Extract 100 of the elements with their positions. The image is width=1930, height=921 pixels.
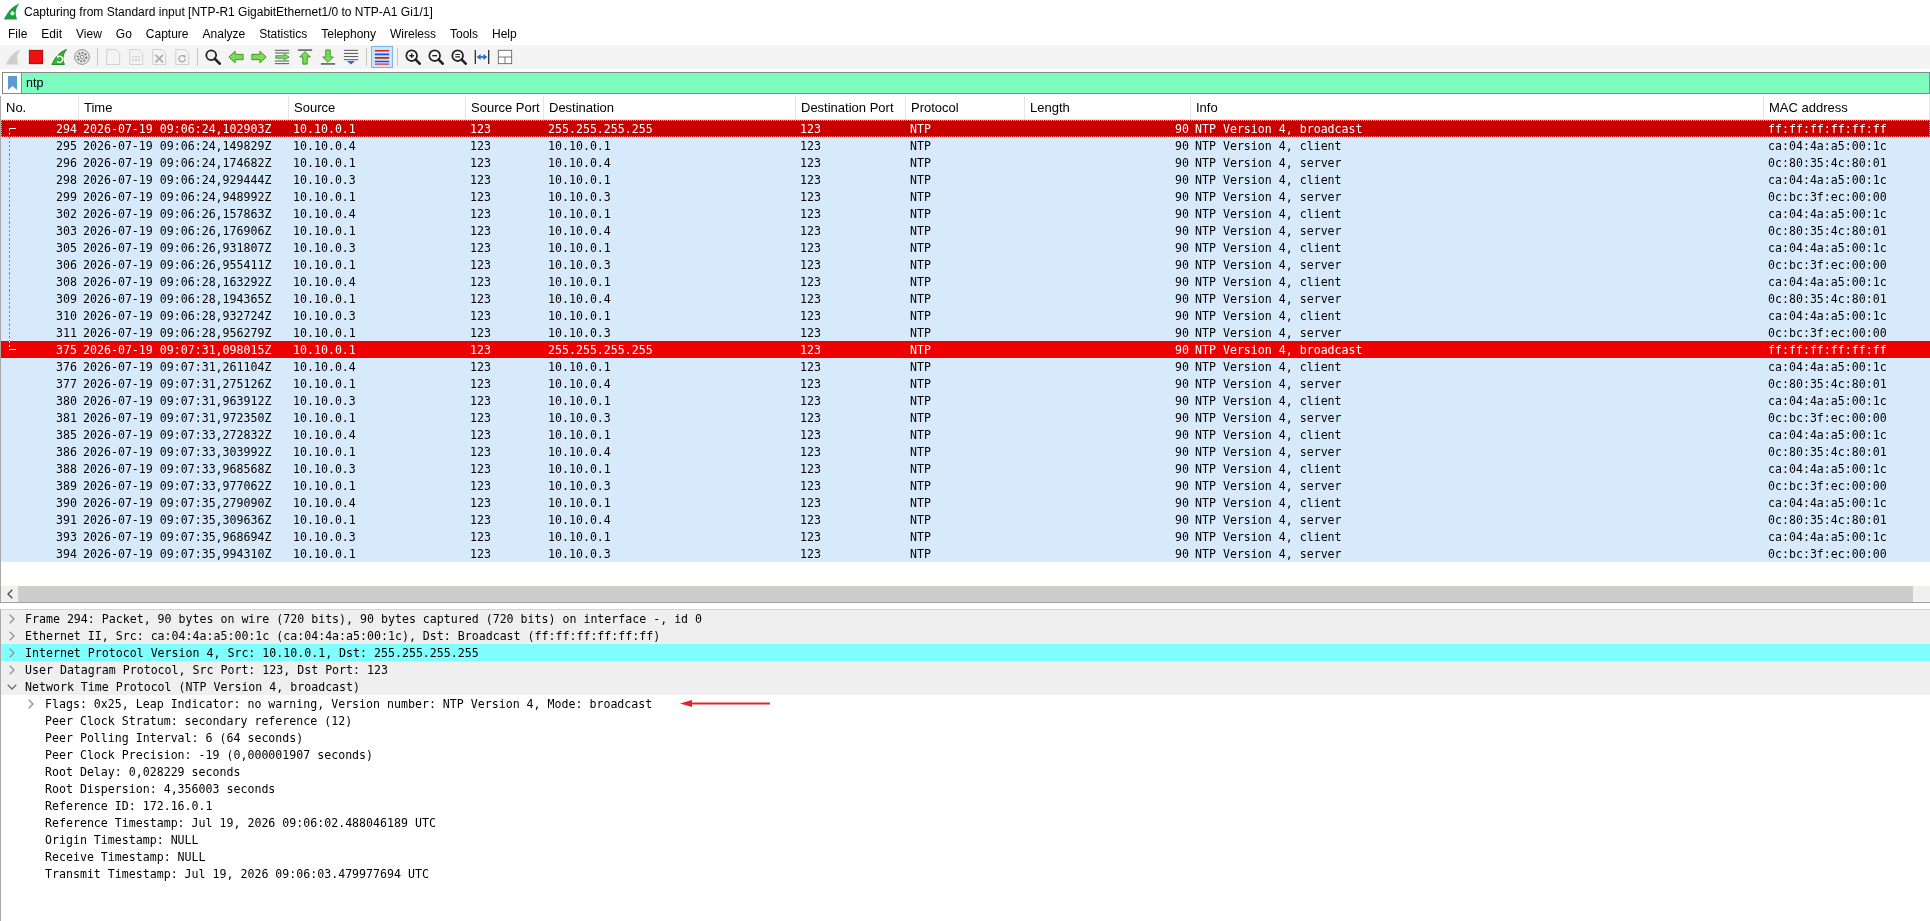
menu-item[interactable]: File [1, 24, 35, 44]
toolbar-button[interactable] [402, 46, 424, 68]
chevron-right-icon[interactable] [9, 613, 15, 624]
packet-row[interactable]: 294 2026-07-19 09:06:24,102903Z 10.10.0.1 123 255.255.255.255 123 NTP 90 NTP Version 4, broadcast ff:ff:ff:ff:ff:ff [1, 120, 1930, 137]
table-cell: 90 [1175, 223, 1189, 238]
packet-row[interactable]: 393 2026-07-19 09:07:35,968694Z 10.10.0.3 123 10.10.0.1 123 NTP 90 NTP Version 4, client ca:04:4a:a5:00:1c [1, 528, 1930, 545]
packet-row[interactable]: 380 2026-07-19 09:07:31,963912Z 10.10.0.3 123 10.10.0.1 123 NTP 90 NTP Version 4, client ca:04:4a:a5:00:1c [1, 392, 1930, 409]
table-cell: NTP Version 4, server [1195, 189, 1342, 204]
table-cell: NTP [910, 223, 931, 238]
table-cell: NTP Version 4, server [1195, 512, 1342, 527]
restart-icon [51, 49, 67, 65]
display-filter-field[interactable]: ntp [21, 72, 1930, 94]
packet-row[interactable]: 302 2026-07-19 09:06:26,157863Z 10.10.0.4 123 10.10.0.1 123 NTP 90 NTP Version 4, client ca:04:4a:a5:00:1c [1, 205, 1930, 222]
scrollbar-thumb[interactable] [18, 586, 1913, 602]
column-header[interactable]: Protocol [906, 96, 1025, 119]
menu-item[interactable]: Telephony [314, 24, 383, 44]
table-cell: 10.10.0.3 [548, 325, 611, 340]
toggle-button[interactable] [371, 46, 393, 68]
tree-item[interactable]: Ethernet II, Src: ca:04:4a:a5:00:1c (ca:04:4a:a5:00:1c), Dst: Broadcast (ff:ff:ff:ff:ff:ff) [1, 627, 1930, 644]
table-cell: 123 [800, 461, 821, 476]
tree-item[interactable]: Internet Protocol Version 4, Src: 10.10.0.1, Dst: 255.255.255.255 [1, 644, 1930, 661]
table-cell: 0c:80:35:4c:80:01 [1768, 223, 1887, 238]
table-cell: 123 [470, 427, 491, 442]
column-header[interactable]: MAC address [1764, 96, 1930, 119]
packet-row[interactable]: 386 2026-07-19 09:07:33,303992Z 10.10.0.1 123 10.10.0.4 123 NTP 90 NTP Version 4, server 0c:80:35:4c:80:01 [1, 443, 1930, 460]
menu-item[interactable]: Analyze [195, 24, 253, 44]
column-header[interactable]: Source [289, 96, 466, 119]
table-cell: 0c:80:35:4c:80:01 [1768, 512, 1887, 527]
packet-row[interactable]: 295 2026-07-19 09:06:24,149829Z 10.10.0.4 123 10.10.0.1 123 NTP 90 NTP Version 4, client ca:04:4a:a5:00:1c [1, 137, 1930, 154]
packet-row[interactable]: 375 2026-07-19 09:07:31,098015Z 10.10.0.1 123 255.255.255.255 123 NTP 90 NTP Version 4, broadcast ff:ff:ff:ff:ff:ff [1, 341, 1930, 358]
menu-item[interactable]: Help [485, 24, 524, 44]
packet-row[interactable]: 309 2026-07-19 09:06:28,194365Z 10.10.0.1 123 10.10.0.4 123 NTP 90 NTP Version 4, server 0c:80:35:4c:80:01 [1, 290, 1930, 307]
table-cell: 90 [1175, 274, 1189, 289]
column-header[interactable]: Length [1025, 96, 1191, 119]
table-cell: NTP Version 4, client [1195, 427, 1342, 442]
packet-row[interactable]: 303 2026-07-19 09:06:26,176906Z 10.10.0.1 123 10.10.0.4 123 NTP 90 NTP Version 4, server 0c:80:35:4c:80:01 [1, 222, 1930, 239]
menu-item[interactable]: Edit [34, 24, 70, 44]
packet-row[interactable]: 310 2026-07-19 09:06:28,932724Z 10.10.0.3 123 10.10.0.1 123 NTP 90 NTP Version 4, client ca:04:4a:a5:00:1c [1, 307, 1930, 324]
chevron-right-icon[interactable] [9, 664, 15, 675]
menu-item[interactable]: Go [108, 24, 139, 44]
packet-row[interactable]: 385 2026-07-19 09:07:33,272832Z 10.10.0.4 123 10.10.0.1 123 NTP 90 NTP Version 4, client ca:04:4a:a5:00:1c [1, 426, 1930, 443]
arrow-down-to-line-icon [320, 49, 336, 65]
column-header[interactable]: No. [1, 96, 79, 119]
packet-row[interactable]: 389 2026-07-19 09:07:33,977062Z 10.10.0.1 123 10.10.0.3 123 NTP 90 NTP Version 4, server 0c:bc:3f:ec:00:00 [1, 477, 1930, 494]
packet-row[interactable]: 305 2026-07-19 09:06:26,931807Z 10.10.0.3 123 10.10.0.1 123 NTP 90 NTP Version 4, client ca:04:4a:a5:00:1c [1, 239, 1930, 256]
column-header[interactable]: Time [79, 96, 289, 119]
packet-row[interactable]: 391 2026-07-19 09:07:35,309636Z 10.10.0.1 123 10.10.0.4 123 NTP 90 NTP Version 4, server 0c:80:35:4c:80:01 [1, 511, 1930, 528]
packet-row[interactable]: 390 2026-07-19 09:07:35,279090Z 10.10.0.4 123 10.10.0.1 123 NTP 90 NTP Version 4, client ca:04:4a:a5:00:1c [1, 494, 1930, 511]
menu-item[interactable]: Capture [138, 24, 196, 44]
chevron-right-icon[interactable] [9, 630, 15, 641]
table-cell: NTP [910, 257, 931, 272]
packet-row[interactable]: 296 2026-07-19 09:06:24,174682Z 10.10.0.1 123 10.10.0.4 123 NTP 90 NTP Version 4, server 0c:80:35:4c:80:01 [1, 154, 1930, 171]
toolbar-button[interactable] [202, 46, 224, 68]
table-cell: 2026-07-19 09:07:35,279090Z [83, 495, 272, 510]
table-cell: 123 [470, 291, 491, 306]
table-cell: 123 [470, 138, 491, 153]
tree-item[interactable]: Network Time Protocol (NTP Version 4, broadcast) [1, 678, 1930, 695]
table-cell: 10.10.0.3 [293, 529, 356, 544]
chevron-right-icon[interactable] [28, 698, 34, 709]
packet-row[interactable]: 308 2026-07-19 09:06:28,163292Z 10.10.0.4 123 10.10.0.1 123 NTP 90 NTP Version 4, client ca:04:4a:a5:00:1c [1, 273, 1930, 290]
column-header[interactable]: Info [1191, 96, 1764, 119]
chevron-right-icon[interactable] [9, 647, 15, 658]
table-cell: 10.10.0.1 [548, 308, 611, 323]
toolbar-button[interactable] [448, 46, 470, 68]
table-cell: NTP [910, 546, 931, 561]
menu-item[interactable]: Tools [443, 24, 485, 44]
table-cell: 2026-07-19 09:07:31,275126Z [83, 376, 272, 391]
menu-item[interactable]: Wireless [383, 24, 443, 44]
packet-row[interactable]: 298 2026-07-19 09:06:24,929444Z 10.10.0.3 123 10.10.0.1 123 NTP 90 NTP Version 4, client ca:04:4a:a5:00:1c [1, 171, 1930, 188]
table-cell: 123 [800, 427, 821, 442]
packet-row[interactable]: 388 2026-07-19 09:07:33,968568Z 10.10.0.3 123 10.10.0.1 123 NTP 90 NTP Version 4, client ca:04:4a:a5:00:1c [1, 460, 1930, 477]
packet-row[interactable]: 381 2026-07-19 09:07:31,972350Z 10.10.0.1 123 10.10.0.3 123 NTP 90 NTP Version 4, server 0c:bc:3f:ec:00:00 [1, 409, 1930, 426]
menu-item[interactable]: Statistics [252, 24, 315, 44]
toolbar-button[interactable] [425, 46, 447, 68]
table-cell: 308 [56, 274, 77, 289]
chevron-down-icon[interactable] [7, 683, 17, 690]
table-cell: 298 [56, 172, 77, 187]
packet-row[interactable]: 376 2026-07-19 09:07:31,261104Z 10.10.0.4 123 10.10.0.1 123 NTP 90 NTP Version 4, client ca:04:4a:a5:00:1c [1, 358, 1930, 375]
table-cell: 123 [800, 376, 821, 391]
tree-item[interactable]: User Datagram Protocol, Src Port: 123, Dst Port: 123 [1, 661, 1930, 678]
column-header[interactable]: Source Port [466, 96, 544, 119]
bookmark-button[interactable] [2, 72, 21, 94]
tree-item[interactable]: Frame 294: Packet, 90 bytes on wire (720 bits), 90 bytes captured (720 bits) on interface -, id 0 [1, 610, 1930, 627]
packet-row[interactable]: 377 2026-07-19 09:07:31,275126Z 10.10.0.1 123 10.10.0.4 123 NTP 90 NTP Version 4, server 0c:80:35:4c:80:01 [1, 375, 1930, 392]
packet-row[interactable]: 306 2026-07-19 09:06:26,955411Z 10.10.0.1 123 10.10.0.3 123 NTP 90 NTP Version 4, server 0c:bc:3f:ec:00:00 [1, 256, 1930, 273]
table-cell: 10.10.0.4 [293, 495, 356, 510]
column-header[interactable]: Destination [544, 96, 796, 119]
column-header[interactable]: Destination Port [796, 96, 906, 119]
table-cell: 10.10.0.4 [548, 376, 611, 391]
scroll-left-icon[interactable] [6, 589, 13, 599]
menu-item[interactable]: View [69, 24, 109, 44]
table-cell: 10.10.0.1 [548, 495, 611, 510]
table-cell: NTP [910, 512, 931, 527]
table-cell: 0c:bc:3f:ec:00:00 [1768, 546, 1887, 561]
table-cell: 299 [56, 189, 77, 204]
table-cell: 388 [56, 461, 77, 476]
table-cell: 2026-07-19 09:07:31,972350Z [83, 410, 272, 425]
packet-row[interactable]: 311 2026-07-19 09:06:28,956279Z 10.10.0.1 123 10.10.0.3 123 NTP 90 NTP Version 4, server 0c:bc:3f:ec:00:00 [1, 324, 1930, 341]
packet-row[interactable]: 394 2026-07-19 09:07:35,994310Z 10.10.0.1 123 10.10.0.3 123 NTP 90 NTP Version 4, server 0c:bc:3f:ec:00:00 [1, 545, 1930, 562]
packet-row[interactable]: 299 2026-07-19 09:06:24,948992Z 10.10.0.1 123 10.10.0.3 123 NTP 90 NTP Version 4, server 0c:bc:3f:ec:00:00 [1, 188, 1930, 205]
